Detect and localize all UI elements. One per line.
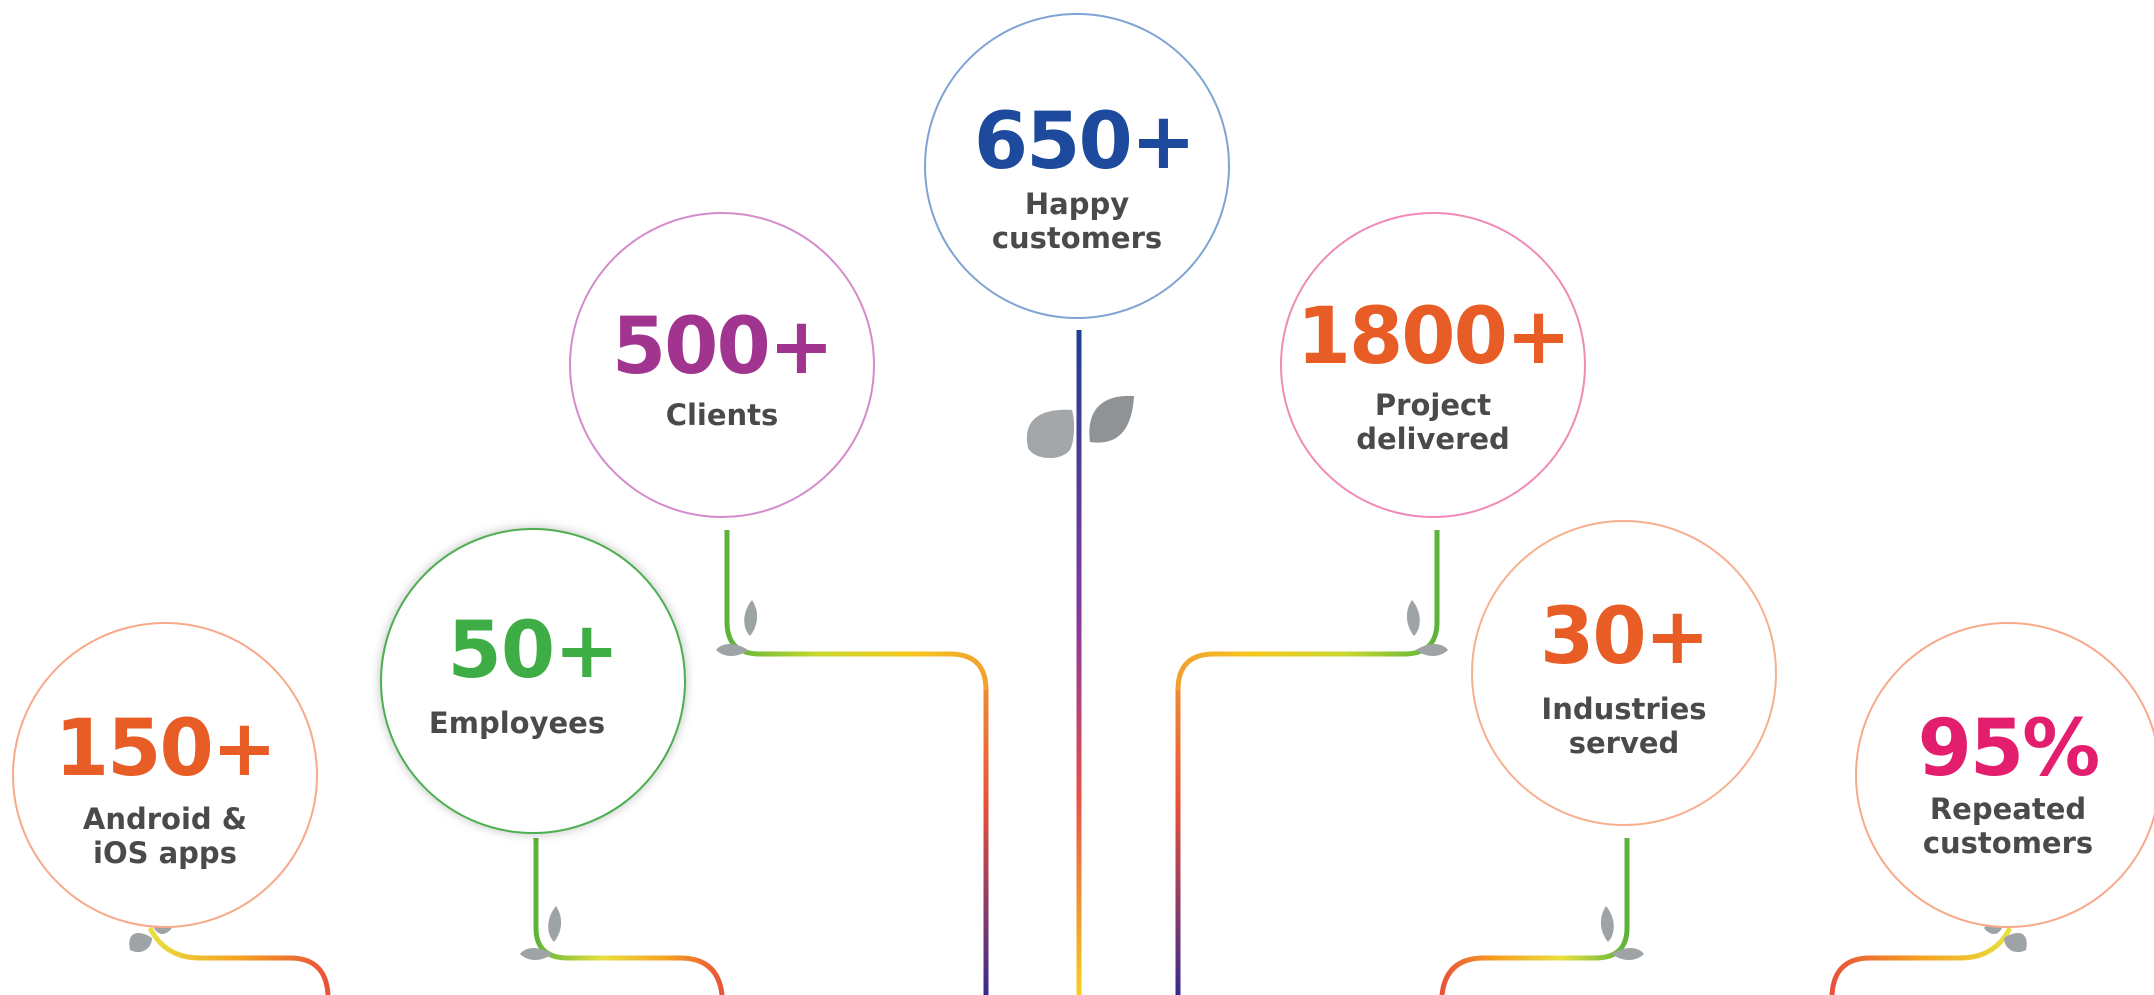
- stat-value: 50+: [447, 606, 620, 696]
- stat-circle-repeat: 95% Repeated customers: [1855, 622, 2154, 928]
- stat-value: 1800+: [1296, 292, 1571, 382]
- repeat-branch: [1829, 926, 2013, 995]
- stat-circle-apps: 150+ Android & iOS apps: [12, 622, 318, 928]
- clients-branch: [724, 530, 989, 995]
- leaf-icon: [1026, 409, 1075, 459]
- stat-value: 30+: [1540, 592, 1710, 682]
- stat-value: 150+: [54, 704, 277, 794]
- stat-circle-customers: 650+ Happy customers: [924, 13, 1230, 319]
- stat-label: Clients: [665, 398, 779, 432]
- stat-label: Repeated customers: [1922, 792, 2094, 860]
- stat-circle-projects: 1800+ Project delivered: [1280, 212, 1586, 518]
- apps-branch: [147, 926, 331, 995]
- stat-value: 650+: [973, 97, 1196, 187]
- leaf-icon: [1089, 395, 1134, 443]
- stat-circle-employees: 50+ Employees: [380, 528, 686, 834]
- leaf-icon: [520, 906, 562, 960]
- stat-circle-industries: 30+ Industries served: [1471, 520, 1777, 826]
- stat-circle-clients: 500+ Clients: [569, 212, 875, 518]
- stat-value: 500+: [611, 302, 834, 392]
- leaf-icon: [1406, 600, 1448, 656]
- stat-value: 95%: [1917, 704, 2101, 794]
- leaf-icon: [1600, 906, 1644, 960]
- stat-label: Project delivered: [1356, 388, 1510, 456]
- leaf-icon: [716, 600, 758, 656]
- stat-label: Android & iOS apps: [82, 802, 248, 870]
- stat-label: Employees: [428, 706, 606, 740]
- employees-branch: [533, 838, 725, 995]
- stat-label: Happy customers: [991, 187, 1163, 255]
- projects-branch: [1175, 530, 1440, 995]
- stat-label: Industries served: [1541, 692, 1707, 760]
- industries-branch: [1439, 838, 1630, 995]
